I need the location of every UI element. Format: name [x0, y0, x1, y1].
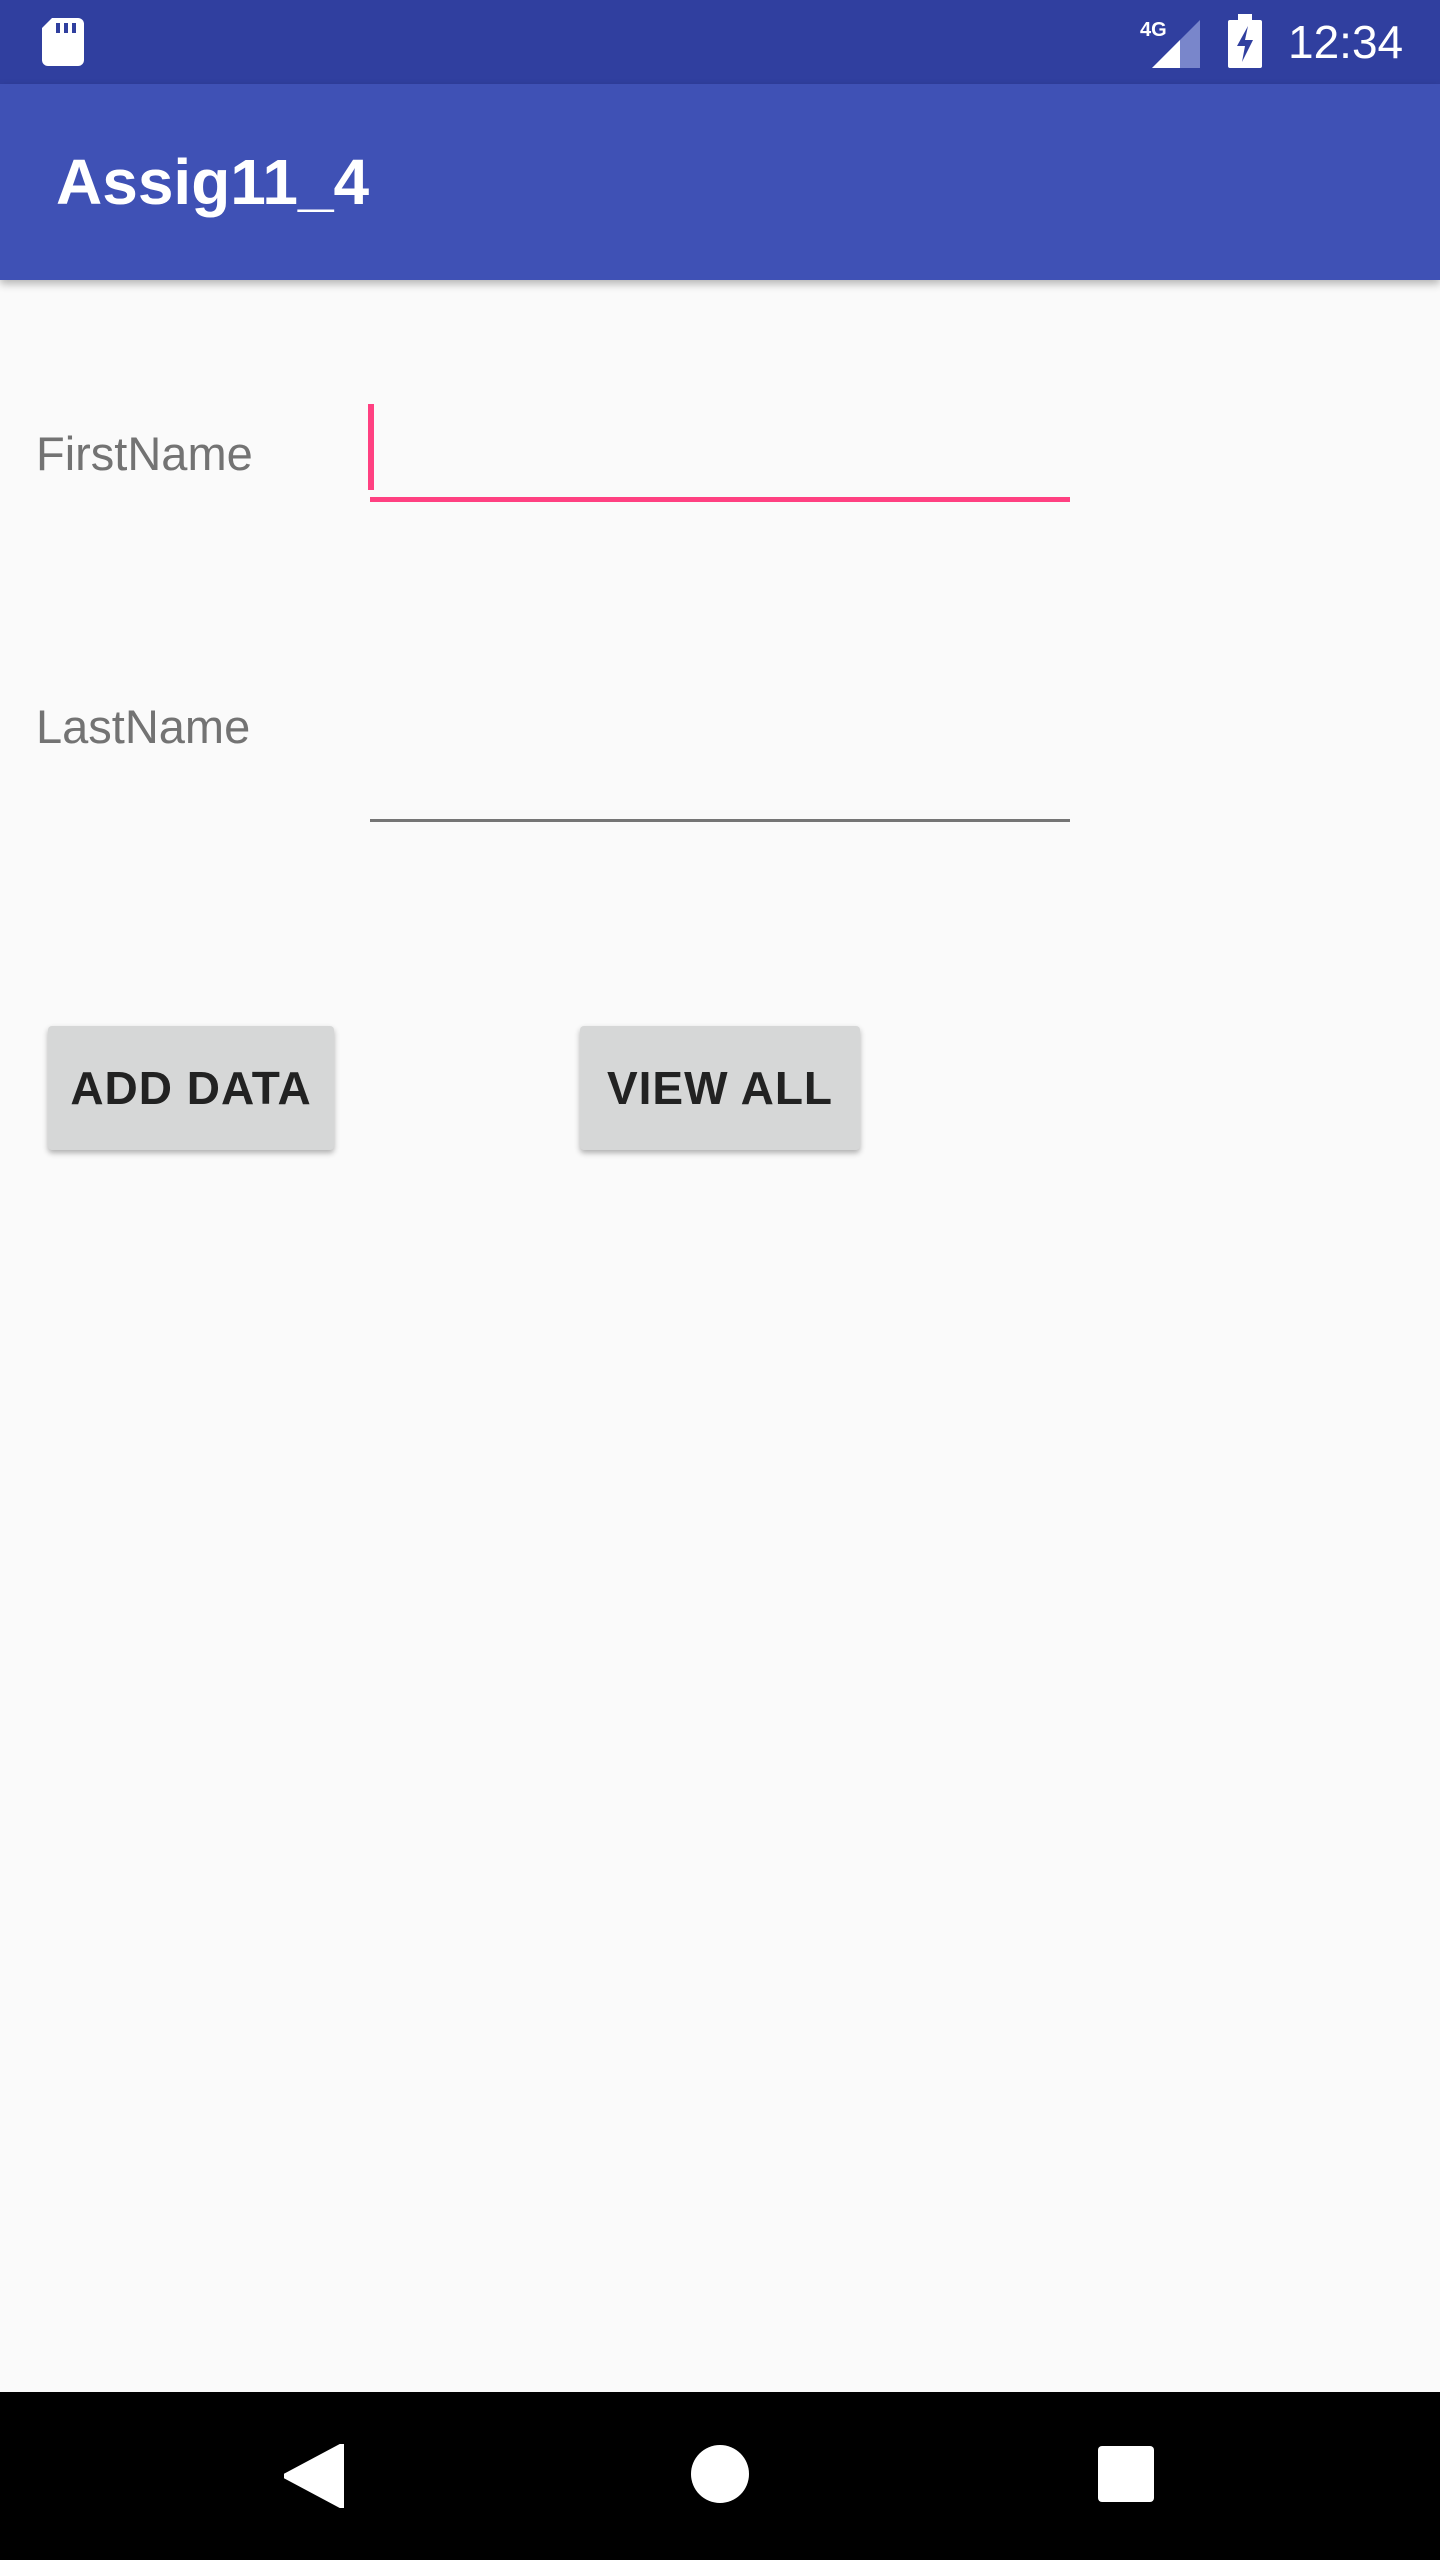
app-title: Assig11_4 — [56, 146, 370, 218]
status-time: 12:34 — [1288, 16, 1404, 68]
text-cursor — [368, 404, 374, 490]
status-bar: 4G 12:34 — [0, 0, 1440, 84]
recents-icon[interactable] — [1098, 2446, 1154, 2502]
last-name-input[interactable] — [370, 722, 1070, 822]
navigation-bar — [0, 2392, 1440, 2560]
back-icon[interactable] — [284, 2444, 344, 2508]
add-data-button[interactable]: ADD DATA — [48, 1026, 334, 1150]
battery-charging-icon — [1228, 14, 1262, 68]
view-all-button[interactable]: VIEW ALL — [580, 1026, 860, 1150]
signal-icon: 4G — [1140, 19, 1200, 68]
last-name-label: LastName — [36, 700, 251, 753]
network-type-label: 4G — [1140, 19, 1167, 41]
first-name-label: FirstName — [36, 427, 253, 480]
sd-card-icon — [42, 18, 84, 66]
app-bar: Assig11_4 — [0, 84, 1440, 280]
first-name-input[interactable] — [370, 402, 1070, 502]
home-icon[interactable] — [688, 2442, 752, 2506]
